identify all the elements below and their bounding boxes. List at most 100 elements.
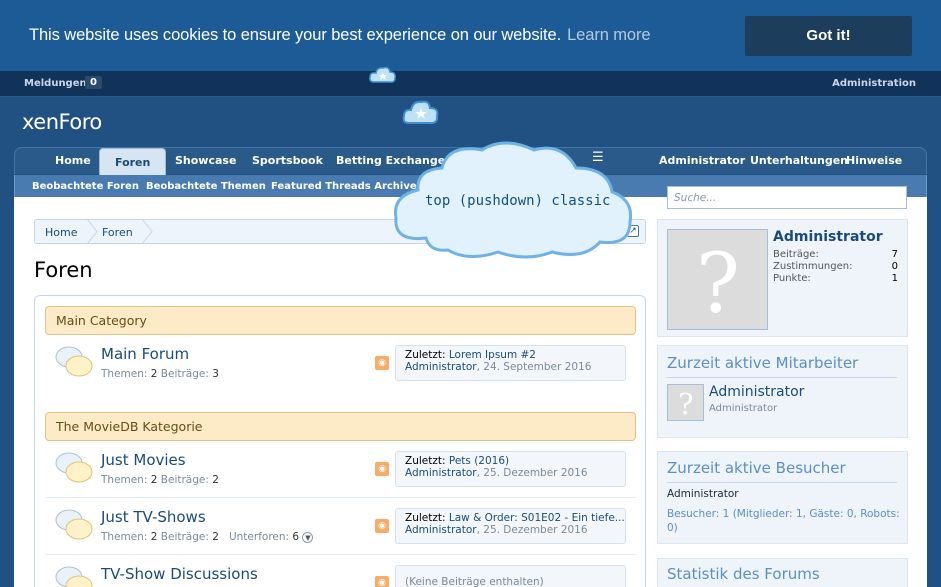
- threads-label: Themen:: [101, 368, 148, 380]
- row-divider: [45, 497, 636, 498]
- avatar[interactable]: ?: [667, 384, 704, 421]
- subforums-expand-icon[interactable]: ▼: [302, 532, 314, 543]
- visitors-heading: Zurzeit aktive Besucher: [667, 459, 846, 477]
- last-post-label: Zuletzt:: [405, 512, 446, 524]
- administration-link[interactable]: Administration: [832, 78, 916, 89]
- breadcrumb-home[interactable]: Home: [45, 226, 77, 239]
- user-stat-posts: Beiträge: 7: [773, 249, 898, 260]
- stat-value: 1: [891, 273, 898, 284]
- visitor-name[interactable]: Administrator: [667, 488, 739, 500]
- last-post-box: Zuletzt: Pets (2016) Administrator, 25. …: [395, 451, 626, 487]
- last-post-date: 25. Dezember 2016: [483, 467, 588, 479]
- last-post-title[interactable]: Pets (2016): [449, 455, 509, 467]
- stat-value: 7: [891, 249, 898, 260]
- last-post-date: 25. Dezember 2016: [483, 524, 588, 536]
- cloud-icon: [369, 66, 396, 83]
- svg-text:?: ?: [678, 387, 694, 420]
- threads-count: 2: [150, 531, 158, 543]
- forum-title[interactable]: Just TV-Shows: [101, 508, 206, 526]
- svg-text:?: ?: [696, 237, 740, 329]
- cookie-message: This website uses cookies to ensure your…: [29, 26, 651, 45]
- rss-icon[interactable]: ◉: [375, 519, 389, 533]
- nav-conversations[interactable]: Unterhaltungen: [750, 154, 848, 167]
- notifications-count-badge[interactable]: 0: [85, 76, 102, 89]
- staff-name[interactable]: Administrator: [709, 384, 804, 400]
- user-stat-points: Punkte: 1: [773, 273, 898, 284]
- breadcrumb-forums[interactable]: Foren: [102, 226, 133, 239]
- rss-icon[interactable]: ◉: [375, 462, 389, 476]
- top-bar: Meldungen: 0 Administration: [0, 71, 941, 97]
- forum-title[interactable]: Just Movies: [101, 451, 186, 469]
- subforums-label: Unterforen:: [228, 531, 290, 543]
- nav-alerts[interactable]: Hinweise: [846, 154, 902, 167]
- breadcrumb-separator-icon: [86, 219, 98, 244]
- stat-label: Zustimmungen:: [773, 261, 853, 272]
- tab-showcase[interactable]: Showcase: [175, 154, 236, 167]
- no-posts-text: (Keine Beiträge enthalten): [405, 576, 544, 587]
- cookie-text: This website uses cookies to ensure your…: [29, 26, 562, 44]
- staff-role: Administrator: [709, 403, 778, 414]
- posts-label: Beiträge:: [160, 368, 209, 380]
- user-name[interactable]: Administrator: [773, 229, 883, 245]
- last-post-box: (Keine Beiträge enthalten): [395, 565, 626, 587]
- threads-count: 2: [150, 368, 158, 380]
- forum-read-icon: [55, 509, 93, 540]
- divider: [667, 377, 897, 378]
- default-avatar-icon: ?: [678, 387, 694, 421]
- notifications-link[interactable]: Meldungen:: [24, 78, 91, 89]
- tooltip-text: top (pushdown) classic: [425, 193, 611, 209]
- forum-read-icon: [55, 346, 93, 377]
- site-logo[interactable]: xenForo: [22, 110, 102, 134]
- last-post-date: 24. September 2016: [483, 361, 592, 373]
- tab-foren[interactable]: Foren: [99, 148, 167, 175]
- page-title: Foren: [34, 258, 93, 282]
- logo-text: xenForo: [22, 110, 102, 134]
- posts-count: 2: [212, 531, 219, 543]
- category-header[interactable]: Main Category: [45, 306, 636, 335]
- tab-sportsbook[interactable]: Sportsbook: [252, 154, 323, 167]
- posts-count: 3: [212, 368, 219, 380]
- posts-label: Beiträge:: [160, 474, 209, 486]
- last-post-title[interactable]: Law & Order: S01E02 - Ein tiefe...: [449, 512, 625, 524]
- subnav-watched-threads[interactable]: Beobachtete Themen: [146, 181, 266, 192]
- last-post-user[interactable]: Administrator: [405, 524, 477, 536]
- rss-icon[interactable]: ◉: [375, 576, 389, 587]
- last-post-box: Zuletzt: Law & Order: S01E02 - Ein tiefe…: [395, 508, 626, 544]
- posts-label: Beiträge:: [160, 531, 209, 543]
- forum-stats: Themen: 2 Beiträge: 2: [101, 474, 219, 486]
- cookie-banner: This website uses cookies to ensure your…: [0, 0, 941, 71]
- got-it-button[interactable]: Got it!: [745, 16, 912, 56]
- breadcrumb-separator-icon: [141, 219, 153, 244]
- forum-stats: Themen: 2 Beiträge: 2 Unterforen: 6 ▼: [101, 531, 314, 543]
- row-divider: [45, 554, 636, 555]
- subforums-count: 6: [292, 531, 300, 543]
- stats-heading: Statistik des Forums: [667, 565, 820, 583]
- last-post-title[interactable]: Lorem Ipsum #2: [449, 349, 536, 361]
- last-post-user[interactable]: Administrator: [405, 361, 477, 373]
- forum-read-icon: [55, 566, 93, 587]
- cloud-icon: [402, 100, 439, 125]
- avatar[interactable]: ?: [667, 229, 768, 332]
- learn-more-link[interactable]: Learn more: [567, 26, 650, 44]
- divider: [667, 482, 897, 483]
- tab-home[interactable]: Home: [55, 154, 91, 167]
- threads-label: Themen:: [101, 531, 148, 543]
- stat-value: 0: [891, 261, 898, 272]
- last-post-box: Zuletzt: Lorem Ipsum #2 Administrator, 2…: [395, 345, 626, 381]
- stat-label: Beiträge:: [773, 249, 819, 260]
- threads-count: 2: [150, 474, 158, 486]
- forum-stats: Themen: 2 Beiträge: 3: [101, 368, 219, 380]
- posts-count: 2: [212, 474, 219, 486]
- stat-label: Punkte:: [773, 273, 811, 284]
- forum-title[interactable]: Main Forum: [101, 345, 189, 363]
- forum-read-icon: [55, 452, 93, 483]
- search-input[interactable]: Suche...: [667, 186, 907, 209]
- forum-title[interactable]: TV-Show Discussions: [101, 565, 258, 583]
- threads-label: Themen:: [101, 474, 148, 486]
- subnav-watched-forums[interactable]: Beobachtete Foren: [32, 181, 139, 192]
- rss-icon[interactable]: ◉: [375, 356, 389, 370]
- last-post-user[interactable]: Administrator: [405, 467, 477, 479]
- nav-account[interactable]: Administrator: [659, 154, 745, 167]
- category-header[interactable]: The MovieDB Kategorie: [45, 412, 636, 441]
- visitor-summary: Besucher: 1 (Mitglieder: 1, Gäste: 0, Ro…: [667, 508, 900, 534]
